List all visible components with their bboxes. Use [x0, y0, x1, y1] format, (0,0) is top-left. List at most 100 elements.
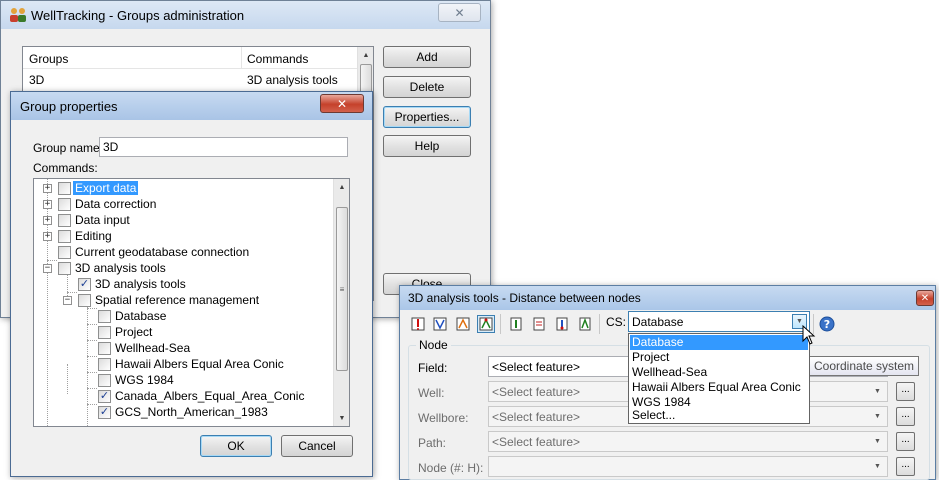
expand-icon[interactable]: +	[43, 216, 52, 225]
tree-checkbox[interactable]	[98, 326, 111, 339]
group-name-cell: 3D	[29, 73, 45, 87]
dropdown-option[interactable]: Project	[630, 350, 808, 365]
groups-admin-titlebar[interactable]: WellTracking - Groups administration ✕	[1, 1, 490, 29]
node-list-icon[interactable]	[530, 315, 548, 333]
scroll-thumb[interactable]: ≡	[336, 207, 348, 371]
tree-item-spatial-reference[interactable]: Spatial reference management	[93, 293, 261, 307]
tree-checkbox-checked[interactable]: ✓	[98, 390, 111, 403]
tree-checkbox[interactable]	[98, 342, 111, 355]
dropdown-option[interactable]: Hawaii Albers Equal Area Conic	[630, 380, 808, 395]
scroll-down-icon[interactable]: ▼	[334, 410, 349, 426]
tree-item-hawaii[interactable]: Hawaii Albers Equal Area Conic	[113, 357, 286, 371]
node-browse-button[interactable]: ...	[896, 457, 915, 476]
cancel-button[interactable]: Cancel	[281, 435, 353, 457]
well-edit-icon[interactable]	[454, 315, 472, 333]
tree-checkbox-checked[interactable]: ✓	[98, 406, 111, 419]
node-select[interactable]: ▼	[488, 456, 888, 477]
expand-icon[interactable]: +	[43, 184, 52, 193]
chevron-down-icon[interactable]: ▼	[870, 459, 885, 474]
tree-checkbox[interactable]	[98, 310, 111, 323]
tree-item-3d-analysis[interactable]: 3D analysis tools	[73, 261, 168, 275]
tree-line	[67, 364, 68, 394]
node-table-icon[interactable]	[553, 315, 571, 333]
tree-item-editing[interactable]: Editing	[73, 229, 114, 243]
wellbore-browse-button[interactable]: ...	[896, 407, 915, 426]
tree-line	[87, 308, 97, 309]
help-button[interactable]: Help	[383, 135, 471, 157]
tree-item-canada-albers[interactable]: Canada_Albers_Equal_Area_Conic	[113, 389, 306, 403]
tree-item-wgs84[interactable]: WGS 1984	[113, 373, 176, 387]
commands-tree[interactable]: + Export data + Data correction + Data i…	[33, 178, 350, 427]
column-header-groups[interactable]: Groups	[29, 52, 68, 66]
tree-line	[87, 356, 97, 357]
path-browse-button[interactable]: ...	[896, 432, 915, 451]
tree-checkbox[interactable]	[58, 262, 71, 275]
column-header-commands[interactable]: Commands	[247, 52, 308, 66]
distance-titlebar[interactable]: 3D analysis tools - Distance between nod…	[400, 286, 935, 310]
cs-label: CS:	[606, 315, 627, 329]
well-path-icon[interactable]	[431, 315, 449, 333]
tree-line	[87, 372, 97, 373]
tree-checkbox[interactable]	[58, 246, 71, 259]
tree-item-project[interactable]: Project	[113, 325, 154, 339]
dropdown-option[interactable]: Database	[630, 335, 808, 350]
tree-item-database[interactable]: Database	[113, 309, 168, 323]
tree-scrollbar[interactable]: ▲ ≡ ▼	[333, 179, 349, 426]
well-label: Well:	[418, 386, 445, 400]
expand-icon[interactable]: +	[43, 232, 52, 241]
tree-line	[87, 340, 97, 341]
group-name-input[interactable]: 3D	[99, 137, 348, 157]
tree-checkbox-checked[interactable]: ✓	[78, 278, 91, 291]
well-browse-button[interactable]: ...	[896, 382, 915, 401]
well-select-value: <Select feature>	[492, 384, 581, 399]
tree-line	[47, 260, 57, 261]
chevron-down-icon[interactable]: ▼	[870, 384, 885, 399]
tree-checkbox[interactable]	[78, 294, 91, 307]
tree-item-current-geodatabase[interactable]: Current geodatabase connection	[73, 245, 251, 259]
properties-button[interactable]: Properties...	[383, 106, 471, 128]
tree-checkbox[interactable]	[98, 374, 111, 387]
groups-admin-title: WellTracking - Groups administration	[31, 7, 245, 23]
path-select[interactable]: <Select feature> ▼	[488, 431, 888, 452]
tooltip: Coordinate system	[809, 356, 920, 376]
well-active-icon[interactable]	[477, 315, 495, 333]
chevron-down-icon[interactable]: ▼	[870, 409, 885, 424]
tree-line	[87, 404, 97, 405]
tree-item-data-correction[interactable]: Data correction	[73, 197, 158, 211]
tree-checkbox[interactable]	[58, 182, 71, 195]
cs-select[interactable]: Database ▼	[628, 311, 810, 332]
dropdown-option[interactable]: Select...	[630, 408, 808, 423]
group-properties-dialog: Group properties ✕ Group name: 3D Comman…	[10, 91, 373, 477]
table-row[interactable]: 3D 3D analysis tools	[23, 69, 357, 89]
tree-checkbox[interactable]	[58, 198, 71, 211]
chevron-down-icon[interactable]: ▼	[870, 434, 885, 449]
scroll-up-icon[interactable]: ▲	[334, 179, 349, 195]
collapse-icon[interactable]: −	[63, 296, 72, 305]
tree-item-gcs-na83[interactable]: GCS_North_American_1983	[113, 405, 270, 419]
tree-item-wellhead-sea[interactable]: Wellhead-Sea	[113, 341, 192, 355]
group-properties-titlebar[interactable]: Group properties ✕	[11, 92, 372, 120]
delete-button[interactable]: Delete	[383, 76, 471, 98]
expand-icon[interactable]: +	[43, 200, 52, 209]
well-warning-icon[interactable]	[409, 315, 427, 333]
tree-checkbox[interactable]	[98, 358, 111, 371]
node-measure-icon[interactable]	[576, 315, 594, 333]
tree-item-export-data[interactable]: Export data	[73, 181, 139, 195]
node-icon[interactable]	[507, 315, 525, 333]
tree-checkbox[interactable]	[58, 214, 71, 227]
collapse-icon[interactable]: −	[43, 264, 52, 273]
dropdown-option[interactable]: Wellhead-Sea	[630, 365, 808, 380]
scroll-up-icon[interactable]: ▲	[358, 47, 374, 63]
node-group-label: Node	[416, 338, 451, 352]
tree-line	[87, 404, 88, 426]
tree-item-3d-analysis-tools[interactable]: 3D analysis tools	[93, 277, 188, 291]
column-divider[interactable]	[241, 47, 242, 69]
help-icon[interactable]: ?	[818, 315, 836, 333]
close-icon[interactable]: ✕	[916, 290, 934, 306]
tree-checkbox[interactable]	[58, 230, 71, 243]
add-button[interactable]: Add	[383, 46, 471, 68]
close-icon[interactable]: ✕	[438, 3, 481, 22]
tree-item-data-input[interactable]: Data input	[73, 213, 132, 227]
ok-button[interactable]: OK	[200, 435, 272, 457]
close-icon[interactable]: ✕	[320, 94, 364, 113]
